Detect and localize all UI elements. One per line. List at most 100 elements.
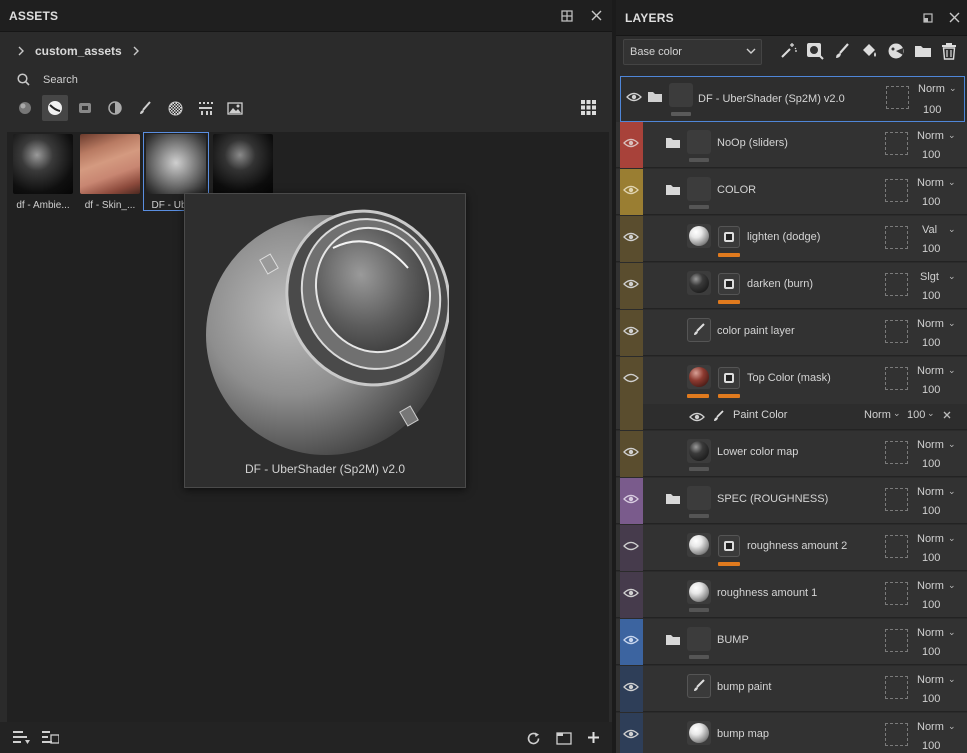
mask-slot[interactable] bbox=[885, 582, 908, 605]
layer-opacity[interactable]: 100 bbox=[922, 290, 940, 302]
layer-opacity[interactable]: 100 bbox=[922, 693, 940, 705]
undock-icon[interactable] bbox=[923, 13, 933, 23]
layer-row[interactable]: roughness amount 2 Norm ⌄ 100 bbox=[616, 525, 967, 571]
add-smart-mask-icon[interactable] bbox=[887, 42, 905, 60]
effect-row-paint-color[interactable]: Paint Color Norm ⌄ 100 ⌄ bbox=[643, 404, 967, 429]
layer-opacity[interactable]: 100 bbox=[922, 599, 940, 611]
dock-icon[interactable] bbox=[561, 10, 573, 22]
mask-slot[interactable] bbox=[885, 629, 908, 652]
mask-thumbnail[interactable] bbox=[718, 226, 740, 248]
blend-mode[interactable]: Norm bbox=[917, 721, 944, 733]
blend-mode[interactable]: Norm bbox=[917, 486, 944, 498]
delete-layer-icon[interactable] bbox=[941, 42, 959, 60]
eye-icon[interactable] bbox=[623, 494, 639, 504]
mask-slot[interactable] bbox=[885, 273, 908, 296]
close-icon[interactable] bbox=[949, 12, 960, 23]
filter-list-icon[interactable] bbox=[42, 731, 59, 745]
mask-slot[interactable] bbox=[885, 723, 908, 746]
mask-slot[interactable] bbox=[885, 441, 908, 464]
eye-icon[interactable] bbox=[623, 326, 639, 336]
add-effect-wand-icon[interactable] bbox=[779, 42, 797, 60]
mask-slot[interactable] bbox=[885, 535, 908, 558]
chevron-down-icon[interactable]: ⌄ bbox=[948, 130, 956, 141]
effect-blend-mode[interactable]: Norm bbox=[864, 409, 891, 421]
layer-opacity[interactable]: 100 bbox=[922, 552, 940, 564]
layer-row[interactable]: lighten (dodge) Val ⌄ 100 bbox=[616, 216, 967, 262]
chevron-down-icon[interactable]: ⌄ bbox=[948, 486, 956, 497]
chevron-down-icon[interactable]: ⌄ bbox=[893, 408, 901, 419]
eye-icon[interactable] bbox=[623, 138, 639, 148]
sort-list-icon[interactable] bbox=[13, 731, 30, 745]
mask-slot[interactable] bbox=[885, 132, 908, 155]
chevron-down-icon[interactable]: ⌄ bbox=[948, 318, 956, 329]
eye-icon[interactable] bbox=[623, 635, 639, 645]
asset-thumbnail[interactable]: df - Ambie... bbox=[11, 134, 75, 211]
new-folder-icon[interactable] bbox=[556, 731, 572, 745]
layer-opacity[interactable]: 100 bbox=[922, 149, 940, 161]
mask-thumbnail[interactable] bbox=[718, 535, 740, 557]
layer-row[interactable]: Top Color (mask) Norm ⌄ 100 Paint Color … bbox=[616, 357, 967, 430]
search-bar[interactable]: Search bbox=[17, 72, 78, 86]
mask-thumbnail[interactable] bbox=[718, 273, 740, 295]
layer-opacity[interactable]: 100 bbox=[922, 646, 940, 658]
eye-icon[interactable] bbox=[623, 588, 639, 598]
chevron-down-icon[interactable]: ⌄ bbox=[927, 408, 935, 419]
close-icon[interactable] bbox=[943, 411, 951, 419]
chevron-down-icon[interactable]: ⌄ bbox=[948, 439, 956, 450]
filter-smart-materials-icon[interactable] bbox=[42, 95, 68, 121]
chevron-down-icon[interactable]: ⌄ bbox=[949, 83, 957, 94]
chevron-down-icon[interactable]: ⌄ bbox=[948, 580, 956, 591]
blend-mode[interactable]: Norm bbox=[917, 318, 944, 330]
layer-row[interactable]: darken (burn) Slgt ⌄ 100 bbox=[616, 263, 967, 309]
chevron-down-icon[interactable]: ⌄ bbox=[948, 365, 956, 376]
blend-mode[interactable]: Norm bbox=[917, 365, 944, 377]
layer-row-root-folder[interactable]: DF - UberShader (Sp2M) v2.0 Norm ⌄ 100 bbox=[620, 76, 965, 122]
mask-thumbnail[interactable] bbox=[718, 367, 740, 389]
layer-row[interactable]: SPEC (ROUGHNESS) Norm ⌄ 100 bbox=[616, 478, 967, 524]
mask-slot[interactable] bbox=[886, 86, 909, 109]
blend-mode[interactable]: Val bbox=[922, 224, 937, 236]
blend-mode[interactable]: Norm bbox=[917, 130, 944, 142]
filter-filters-icon[interactable] bbox=[102, 95, 128, 121]
chevron-down-icon[interactable]: ⌄ bbox=[948, 177, 956, 188]
asset-thumbnail[interactable] bbox=[211, 134, 275, 194]
chevron-down-icon[interactable]: ⌄ bbox=[948, 627, 956, 638]
effect-opacity[interactable]: 100 bbox=[907, 409, 925, 421]
breadcrumb-custom-assets[interactable]: custom_assets bbox=[35, 44, 122, 58]
add-icon[interactable] bbox=[587, 731, 600, 744]
eye-icon[interactable] bbox=[623, 232, 639, 242]
blend-mode[interactable]: Norm bbox=[918, 83, 945, 95]
filter-materials-icon[interactable] bbox=[12, 95, 38, 121]
eye-icon[interactable] bbox=[689, 412, 705, 422]
blend-mode[interactable]: Norm bbox=[917, 177, 944, 189]
channel-select[interactable]: Base color bbox=[623, 39, 762, 65]
eye-icon[interactable] bbox=[623, 185, 639, 195]
layer-opacity[interactable]: 100 bbox=[922, 740, 940, 752]
eye-icon[interactable] bbox=[623, 682, 639, 692]
mask-slot[interactable] bbox=[885, 488, 908, 511]
chevron-down-icon[interactable]: ⌄ bbox=[948, 533, 956, 544]
blend-mode[interactable]: Norm bbox=[917, 533, 944, 545]
layer-opacity[interactable]: 100 bbox=[923, 104, 941, 116]
blend-mode[interactable]: Norm bbox=[917, 580, 944, 592]
layer-row[interactable]: BUMP Norm ⌄ 100 bbox=[616, 619, 967, 665]
chevron-right-icon[interactable] bbox=[17, 46, 25, 56]
add-mask-icon[interactable] bbox=[806, 42, 824, 60]
filter-brushes-icon[interactable] bbox=[132, 95, 158, 121]
refresh-icon[interactable] bbox=[526, 731, 541, 746]
chevron-down-icon[interactable]: ⌄ bbox=[948, 224, 956, 235]
eye-hidden-icon[interactable] bbox=[623, 541, 639, 551]
layer-opacity[interactable]: 100 bbox=[922, 243, 940, 255]
add-folder-icon[interactable] bbox=[914, 42, 932, 60]
mask-slot[interactable] bbox=[885, 320, 908, 343]
layer-row[interactable]: COLOR Norm ⌄ 100 bbox=[616, 169, 967, 215]
layer-row[interactable]: bump map Norm ⌄ 100 bbox=[616, 713, 967, 753]
mask-slot[interactable] bbox=[885, 226, 908, 249]
eye-icon[interactable] bbox=[623, 729, 639, 739]
chevron-down-icon[interactable]: ⌄ bbox=[948, 271, 956, 282]
eye-hidden-icon[interactable] bbox=[623, 373, 639, 383]
eye-icon[interactable] bbox=[626, 92, 642, 102]
layer-row[interactable]: roughness amount 1 Norm ⌄ 100 bbox=[616, 572, 967, 618]
layer-row[interactable]: NoOp (sliders) Norm ⌄ 100 bbox=[616, 122, 967, 168]
layer-row[interactable]: Lower color map Norm ⌄ 100 bbox=[616, 431, 967, 477]
